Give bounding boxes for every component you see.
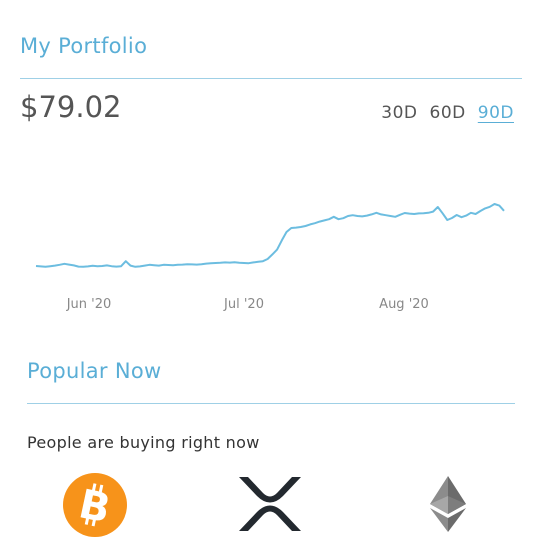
x-tick-label: Aug '20 xyxy=(379,297,429,312)
xrp-icon[interactable] xyxy=(236,474,304,534)
portfolio-line-chart[interactable]: Jun '20 Jul '20 Aug '20 xyxy=(0,190,540,320)
popular-title: Popular Now xyxy=(27,359,162,383)
range-90d-button[interactable]: 90D xyxy=(478,103,514,123)
popular-divider xyxy=(27,403,515,404)
chart-x-axis: Jun '20 Jul '20 Aug '20 xyxy=(66,297,429,312)
bitcoin-icon[interactable]: B xyxy=(62,472,128,538)
portfolio-series-line xyxy=(35,203,505,268)
x-tick-label: Jun '20 xyxy=(66,297,112,312)
ethereum-icon[interactable] xyxy=(428,474,468,534)
range-selector: 30D 60D 90D xyxy=(381,103,514,123)
range-30d-button[interactable]: 30D xyxy=(381,103,417,123)
portfolio-balance: $79.02 xyxy=(20,90,122,124)
x-tick-label: Jul '20 xyxy=(223,297,264,312)
popular-subtitle: People are buying right now xyxy=(27,433,260,452)
range-60d-button[interactable]: 60D xyxy=(430,103,466,123)
portfolio-title: My Portfolio xyxy=(20,34,148,58)
portfolio-divider xyxy=(20,78,522,79)
